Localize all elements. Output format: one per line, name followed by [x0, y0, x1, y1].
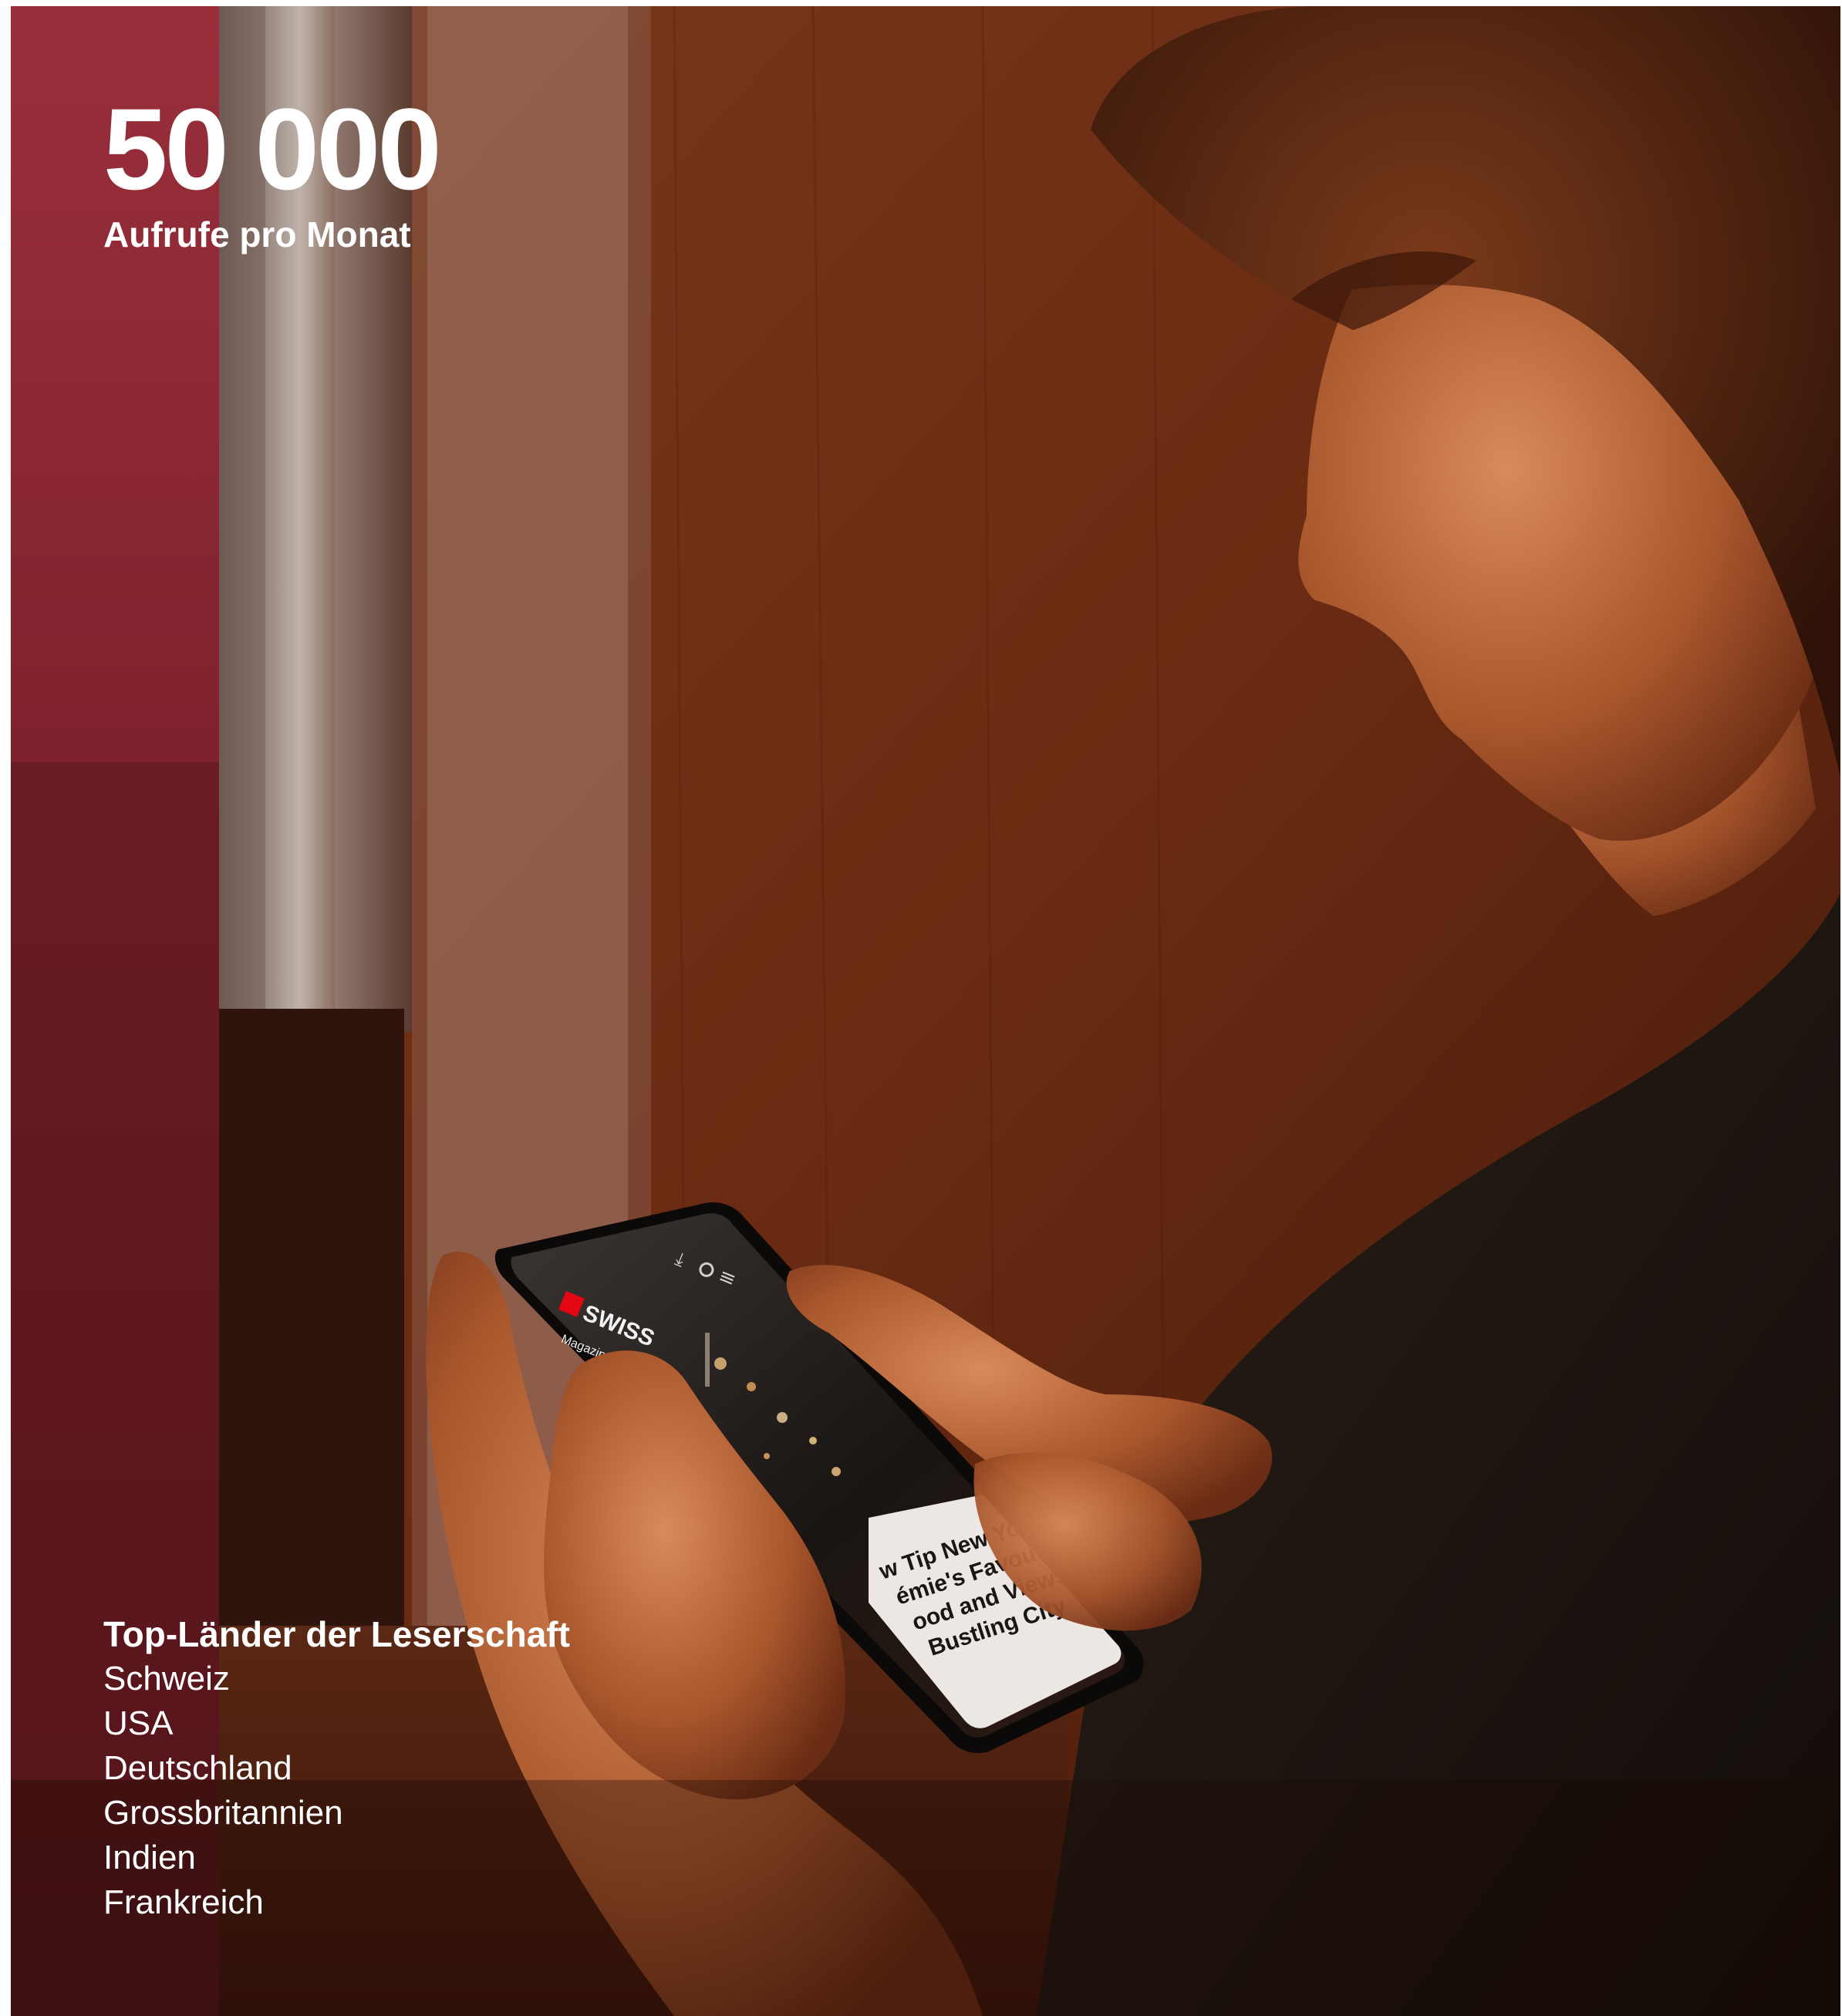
country-item: Grossbritannien — [103, 1794, 343, 1832]
country-item: USA — [103, 1704, 174, 1742]
country-item: Schweiz — [103, 1660, 230, 1697]
country-item: Indien — [103, 1839, 196, 1876]
country-list: Schweiz USA Deutschland Grossbritannien … — [103, 1657, 570, 1925]
readership-block: Top-Länder der Leserschaft Schweiz USA D… — [103, 1612, 570, 1925]
stat-number: 50 000 — [103, 84, 442, 214]
country-item: Deutschland — [103, 1749, 292, 1787]
readership-title: Top-Länder der Leserschaft — [103, 1614, 570, 1654]
stat-block: 50 000 Aufrufe pro Monat — [103, 84, 442, 256]
country-item: Frankreich — [103, 1883, 264, 1921]
stat-label: Aufrufe pro Monat — [103, 214, 411, 255]
